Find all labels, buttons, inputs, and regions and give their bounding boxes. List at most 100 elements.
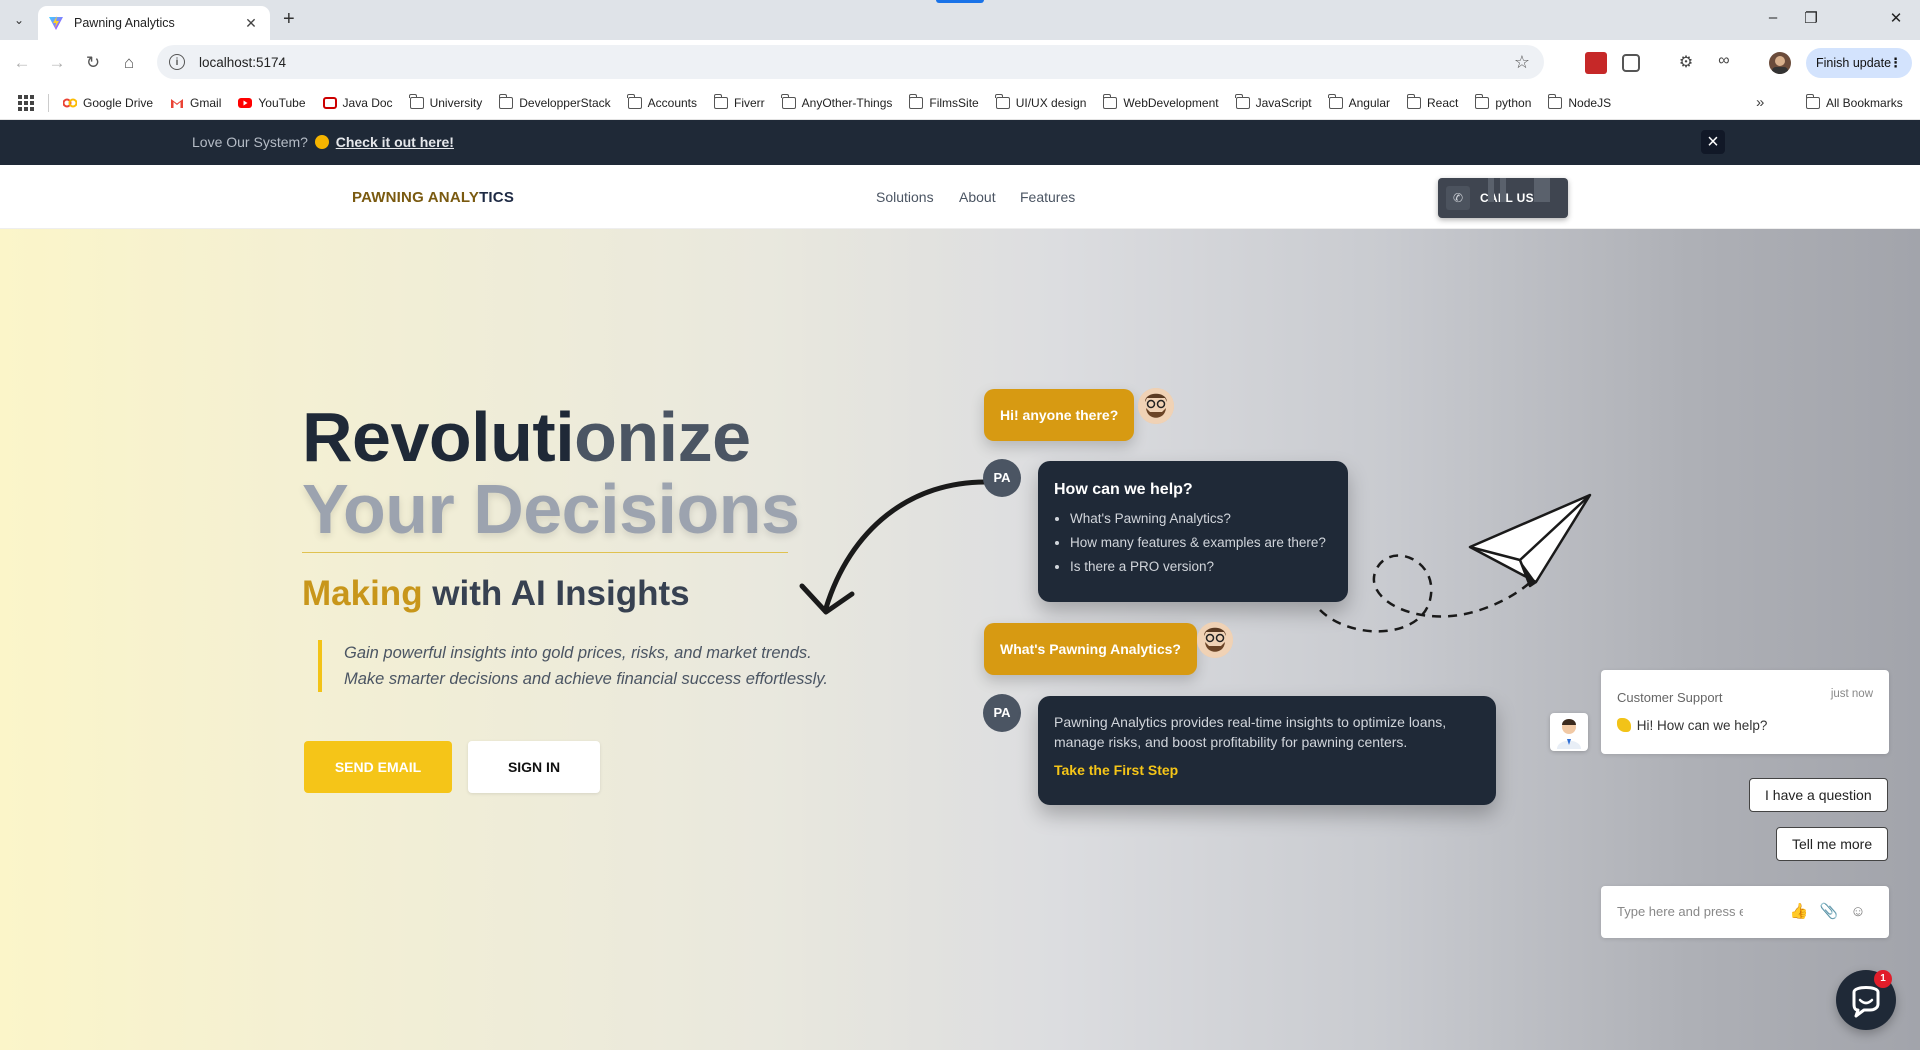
extension-red-icon[interactable] (1585, 52, 1607, 74)
bookmark-folder[interactable]: React (1406, 93, 1458, 110)
tab-title: Pawning Analytics (74, 16, 175, 30)
bot-avatar: PA (983, 459, 1021, 497)
user-avatar (1138, 388, 1174, 424)
quick-reply-tell-more-button[interactable]: Tell me more (1776, 827, 1889, 861)
bookmark-folder[interactable]: Angular (1328, 93, 1390, 110)
bookmark-gmail[interactable]: Gmail (170, 96, 221, 110)
hero-description: Gain powerful insights into gold prices,… (318, 640, 828, 692)
folder-icon (713, 93, 728, 109)
back-icon[interactable]: ← (11, 52, 33, 74)
hero-title-underline (302, 552, 788, 553)
emoji-icon[interactable]: ☺ (1848, 902, 1868, 922)
minimize-icon[interactable]: – (1763, 9, 1783, 26)
bookmark-folder[interactable]: Fiverr (713, 93, 765, 110)
new-tab-icon[interactable]: + (283, 9, 295, 29)
restore-icon[interactable]: ❐ (1801, 9, 1821, 27)
bookmark-folder[interactable]: DevelopperStack (498, 93, 611, 110)
bookmark-label: Java Doc (342, 95, 393, 110)
sign-in-button[interactable]: SIGN IN (468, 741, 600, 793)
all-bookmarks-button[interactable]: All Bookmarks (1805, 86, 1903, 120)
tab-strip-indicator (936, 0, 984, 3)
finish-update-button[interactable]: Finish update ⋮ (1806, 48, 1912, 78)
folder-icon (781, 93, 796, 109)
folder-icon (1547, 93, 1563, 109)
bookmark-java-doc[interactable]: Java Doc (322, 95, 393, 110)
bookmarks-overflow-icon[interactable]: » (1756, 94, 1764, 111)
home-icon[interactable]: ⌂ (118, 52, 140, 74)
bookmark-folder[interactable]: UI/UX design (995, 93, 1087, 110)
bookmark-star-icon[interactable]: ☆ (1514, 52, 1530, 73)
tab-search-chevron-icon[interactable]: ⌄ (8, 9, 30, 31)
doctor-avatar-icon (1557, 719, 1581, 749)
bookmark-label: DevelopperStack (519, 95, 611, 110)
support-message-text: Hi! How can we help? (1636, 718, 1768, 733)
bookmark-label: Accounts (647, 95, 697, 110)
bookmark-folder[interactable]: AnyOther-Things (781, 93, 892, 110)
bookmark-folder[interactable]: WebDevelopment (1102, 93, 1219, 110)
apps-grid-icon[interactable] (18, 94, 34, 111)
support-timestamp: just now (1830, 688, 1873, 700)
send-email-button[interactable]: SEND EMAIL (304, 741, 452, 793)
extensions-puzzle-icon[interactable] (1622, 54, 1640, 72)
bookmark-folder[interactable]: NodeJS (1547, 93, 1611, 110)
support-title: Customer Support (1617, 690, 1723, 705)
unread-badge: 1 (1874, 970, 1892, 988)
support-message: Hi! How can we help? (1617, 718, 1767, 733)
take-first-step-link[interactable]: Take the First Step (1054, 762, 1496, 778)
profile-photo-icon (1772, 56, 1788, 74)
help-option[interactable]: Is there a PRO version? (1070, 559, 1348, 574)
thumbs-up-icon[interactable]: 👍 (1789, 902, 1809, 922)
help-option[interactable]: What's Pawning Analytics? (1070, 511, 1348, 526)
bookmark-folder[interactable]: Accounts (627, 93, 697, 110)
browser-tab[interactable]: Pawning Analytics ✕ (38, 6, 270, 40)
paperclip-icon[interactable]: 📎 (1819, 902, 1839, 922)
site-info-icon[interactable]: i (169, 54, 185, 70)
hero-canvas: Revolutionize Your Decisions Making with… (0, 120, 1920, 1050)
window-close-icon[interactable]: ✕ (1886, 9, 1906, 27)
bookmark-folder[interactable]: FilmsSite (908, 93, 979, 110)
bot-help-list: What's Pawning Analytics? How many featu… (1070, 511, 1348, 574)
bookmark-youtube[interactable]: YouTube (238, 96, 306, 110)
support-agent-avatar (1550, 713, 1588, 751)
quick-reply-question-button[interactable]: I have a question (1749, 778, 1888, 812)
bookmark-folder[interactable]: python (1474, 93, 1531, 110)
folder-icon (1102, 93, 1118, 109)
bookmark-folder[interactable]: University (409, 93, 483, 110)
hero-subtitle-gold: Making (302, 574, 423, 613)
folder-icon (1805, 94, 1820, 109)
more-menu-icon: ⋮ (1889, 55, 1902, 70)
user-avatar (1197, 622, 1233, 658)
hero-title-part-dark: Revoluti (302, 398, 575, 476)
bookmark-folder[interactable]: JavaScript (1235, 93, 1312, 110)
bookmark-label: UI/UX design (1015, 95, 1087, 110)
hero-section: Revolutionize Your Decisions Making with… (0, 229, 1920, 1050)
hero-title-part-fade: onize (574, 398, 751, 476)
bookmark-label: Google Drive (83, 95, 154, 110)
hero-title-line2: Your Decisions (302, 470, 800, 548)
hero-description-line2: Make smarter decisions and achieve finan… (344, 670, 828, 688)
bookmark-google-drive[interactable]: Google Drive (63, 96, 153, 110)
bot-avatar: PA (983, 694, 1021, 732)
incognito-icon[interactable]: ⚙ (1675, 52, 1697, 74)
bookmark-label: University (429, 95, 483, 110)
bearded-man-avatar-icon (1138, 388, 1174, 424)
bookmark-label: FilmsSite (929, 95, 979, 110)
folder-icon (995, 93, 1010, 109)
forward-icon[interactable]: → (46, 52, 68, 74)
folder-icon (1328, 93, 1343, 109)
link-icon[interactable]: ∞ (1713, 52, 1735, 74)
bot-help-title: How can we help? (1054, 481, 1193, 498)
finish-update-label: Finish update (1816, 56, 1892, 70)
bot-answer-bubble: Pawning Analytics provides real-time ins… (1038, 696, 1496, 805)
reload-icon[interactable]: ↻ (82, 52, 104, 74)
help-option[interactable]: How many features & examples are there? (1070, 535, 1348, 550)
address-bar[interactable]: i localhost:5174 ☆ (157, 45, 1544, 79)
folder-icon (1235, 93, 1250, 109)
hero-description-line1: Gain powerful insights into gold prices,… (344, 644, 812, 662)
bookmark-label: Gmail (190, 95, 222, 110)
tab-close-icon[interactable]: ✕ (242, 15, 260, 32)
user-message-bubble: What's Pawning Analytics? (984, 623, 1197, 675)
profile-avatar[interactable] (1769, 52, 1791, 74)
folder-icon (627, 93, 642, 109)
chat-input-box[interactable]: Type here and press enter.. 👍 📎 ☺ (1601, 886, 1889, 938)
